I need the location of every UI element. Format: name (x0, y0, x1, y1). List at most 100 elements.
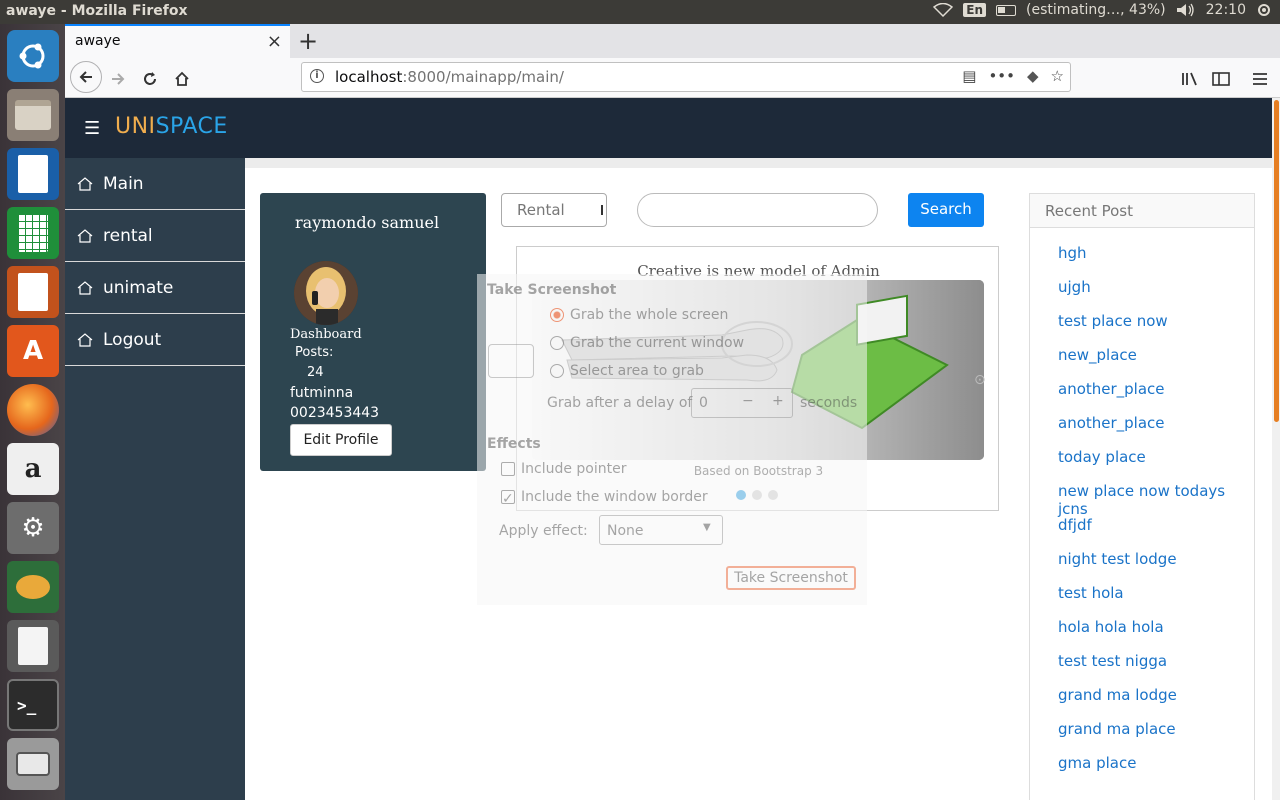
terminal-icon[interactable]: >_ (7, 679, 59, 731)
sidebar-item-logout[interactable]: Logout (65, 314, 245, 366)
include-border-label: Include the window border (521, 489, 708, 505)
forward-icon[interactable] (103, 64, 133, 94)
increment-icon[interactable]: + (772, 393, 784, 409)
edit-profile-button[interactable]: Edit Profile (290, 424, 392, 456)
recent-post-link[interactable]: another_place (1058, 414, 1254, 448)
option-current-window[interactable]: Grab the current window (550, 335, 744, 351)
pocket-icon[interactable]: ◆ (1027, 67, 1039, 85)
hamburger-menu-icon[interactable]: ☰ (84, 118, 100, 139)
tab-title: awaye (75, 33, 121, 49)
power-settings-icon[interactable] (1256, 2, 1272, 18)
search-input[interactable] (637, 193, 878, 227)
recent-post-link[interactable]: another_place (1058, 380, 1254, 414)
back-icon[interactable] (70, 61, 102, 93)
site-brand[interactable]: UNISPACE (115, 114, 228, 139)
page-actions-icon[interactable]: ••• (988, 67, 1015, 85)
battery-icon[interactable] (996, 4, 1017, 16)
include-pointer-option[interactable]: Include pointer (501, 461, 627, 477)
library-icon[interactable] (1175, 64, 1205, 94)
reload-icon[interactable] (135, 64, 165, 94)
clock[interactable]: 22:10 (1206, 2, 1246, 18)
radio-icon (550, 336, 564, 350)
sidebar-item-unimate[interactable]: unimate (65, 262, 245, 314)
system-tray: En (estimating…, 43%) 22:10 (933, 2, 1272, 18)
text-editor-icon[interactable] (7, 620, 59, 672)
recent-post-link[interactable]: new_place (1058, 346, 1254, 380)
sidebar-item-label: Logout (103, 329, 162, 350)
bookmark-star-icon[interactable]: ☆ (1051, 67, 1064, 85)
recent-post-link[interactable]: gma place (1058, 754, 1254, 788)
delay-value: 0 (699, 395, 708, 411)
carousel-next-icon[interactable]: ⊙ (974, 372, 986, 388)
browser-tab[interactable]: awaye × (65, 24, 290, 58)
camera-icon (488, 344, 534, 378)
url-path: :8000/mainapp/main/ (402, 68, 564, 86)
home-icon (77, 332, 93, 347)
sidebar-toggle-icon[interactable] (1206, 64, 1236, 94)
option-whole-label: Grab the whole screen (570, 307, 729, 323)
effects-heading: Effects (487, 436, 541, 452)
recent-post-link[interactable]: ujgh (1058, 278, 1254, 312)
home-icon[interactable] (167, 64, 197, 94)
reader-view-icon[interactable]: ▤ (962, 67, 976, 85)
menu-icon[interactable] (1245, 64, 1275, 94)
recent-post-link[interactable]: hgh (1058, 244, 1254, 278)
browser-nav-bar: i localhost:8000/mainapp/main/ ▤ ••• ◆ ☆ (65, 58, 1280, 98)
posts-label: Posts: (295, 345, 334, 360)
delay-unit: seconds (800, 395, 858, 411)
recent-post-link[interactable]: grand ma place (1058, 720, 1254, 754)
libreoffice-writer-icon[interactable] (7, 148, 59, 200)
software-center-icon[interactable]: A (7, 325, 59, 377)
sidebar-item-main[interactable]: Main (65, 158, 245, 210)
libreoffice-calc-icon[interactable] (7, 207, 59, 259)
sidebar-item-label: Main (103, 173, 144, 194)
screenshot-icon[interactable] (7, 738, 59, 790)
url-host: localhost (335, 68, 403, 86)
recent-post-link[interactable]: grand ma lodge (1058, 686, 1254, 720)
recent-post-link[interactable]: test hola (1058, 584, 1254, 618)
recent-post-link[interactable]: night test lodge (1058, 550, 1254, 584)
url-bar[interactable]: i localhost:8000/mainapp/main/ ▤ ••• ◆ ☆ (301, 62, 1071, 92)
ubuntu-dash-icon[interactable] (7, 30, 59, 82)
app-icon[interactable] (7, 561, 59, 613)
take-screenshot-button[interactable]: Take Screenshot (726, 566, 856, 590)
site-header: ☰ UNISPACE (65, 98, 1272, 158)
brand-uni: UNI (115, 114, 156, 139)
close-tab-icon[interactable]: × (267, 31, 282, 52)
page-scrollbar[interactable] (1272, 98, 1280, 800)
scrollbar-thumb[interactable] (1274, 100, 1279, 422)
profile-card: raymondo samuel Dashboard Posts: 24 futm… (260, 193, 486, 471)
site-info-icon[interactable]: i (310, 69, 324, 83)
libreoffice-impress-icon[interactable] (7, 266, 59, 318)
select-caret-icon (601, 205, 604, 215)
search-button[interactable]: Search (908, 193, 984, 227)
recent-post-link[interactable]: test test nigga (1058, 652, 1254, 686)
volume-icon[interactable] (1176, 3, 1196, 17)
option-whole-screen[interactable]: Grab the whole screen (550, 307, 728, 323)
radio-icon (550, 364, 564, 378)
files-icon[interactable] (7, 89, 59, 141)
recent-post-link[interactable]: new place now todays jcns (1058, 482, 1254, 518)
include-border-option[interactable]: ✓ Include the window border (501, 489, 708, 507)
sidebar-item-rental[interactable]: rental (65, 210, 245, 262)
delay-label: Grab after a delay of (547, 395, 693, 411)
checkbox-checked-icon: ✓ (501, 490, 515, 507)
firefox-icon[interactable] (7, 384, 59, 436)
category-select[interactable]: Rental (501, 193, 607, 227)
wifi-icon[interactable] (933, 3, 954, 17)
amazon-icon[interactable]: a (7, 443, 59, 495)
profile-name: raymondo samuel (295, 213, 440, 232)
new-tab-icon[interactable]: + (298, 27, 318, 55)
option-select-area[interactable]: Select area to grab (550, 363, 704, 379)
recent-post-link[interactable]: dfjdf (1058, 516, 1254, 550)
header-strip (245, 158, 1272, 168)
decrement-icon[interactable]: − (742, 393, 754, 409)
recent-post-link[interactable]: today place (1058, 448, 1254, 482)
system-settings-icon[interactable]: ⚙ (7, 502, 59, 554)
sidebar-nav: Main rental unimate Logout (65, 158, 245, 800)
recent-post-link[interactable]: test place now (1058, 312, 1254, 346)
keyboard-layout-indicator[interactable]: En (963, 3, 987, 17)
recent-post-link[interactable]: hola hola hola (1058, 618, 1254, 652)
include-pointer-label: Include pointer (521, 461, 627, 477)
dashboard-link[interactable]: Dashboard (290, 327, 362, 342)
